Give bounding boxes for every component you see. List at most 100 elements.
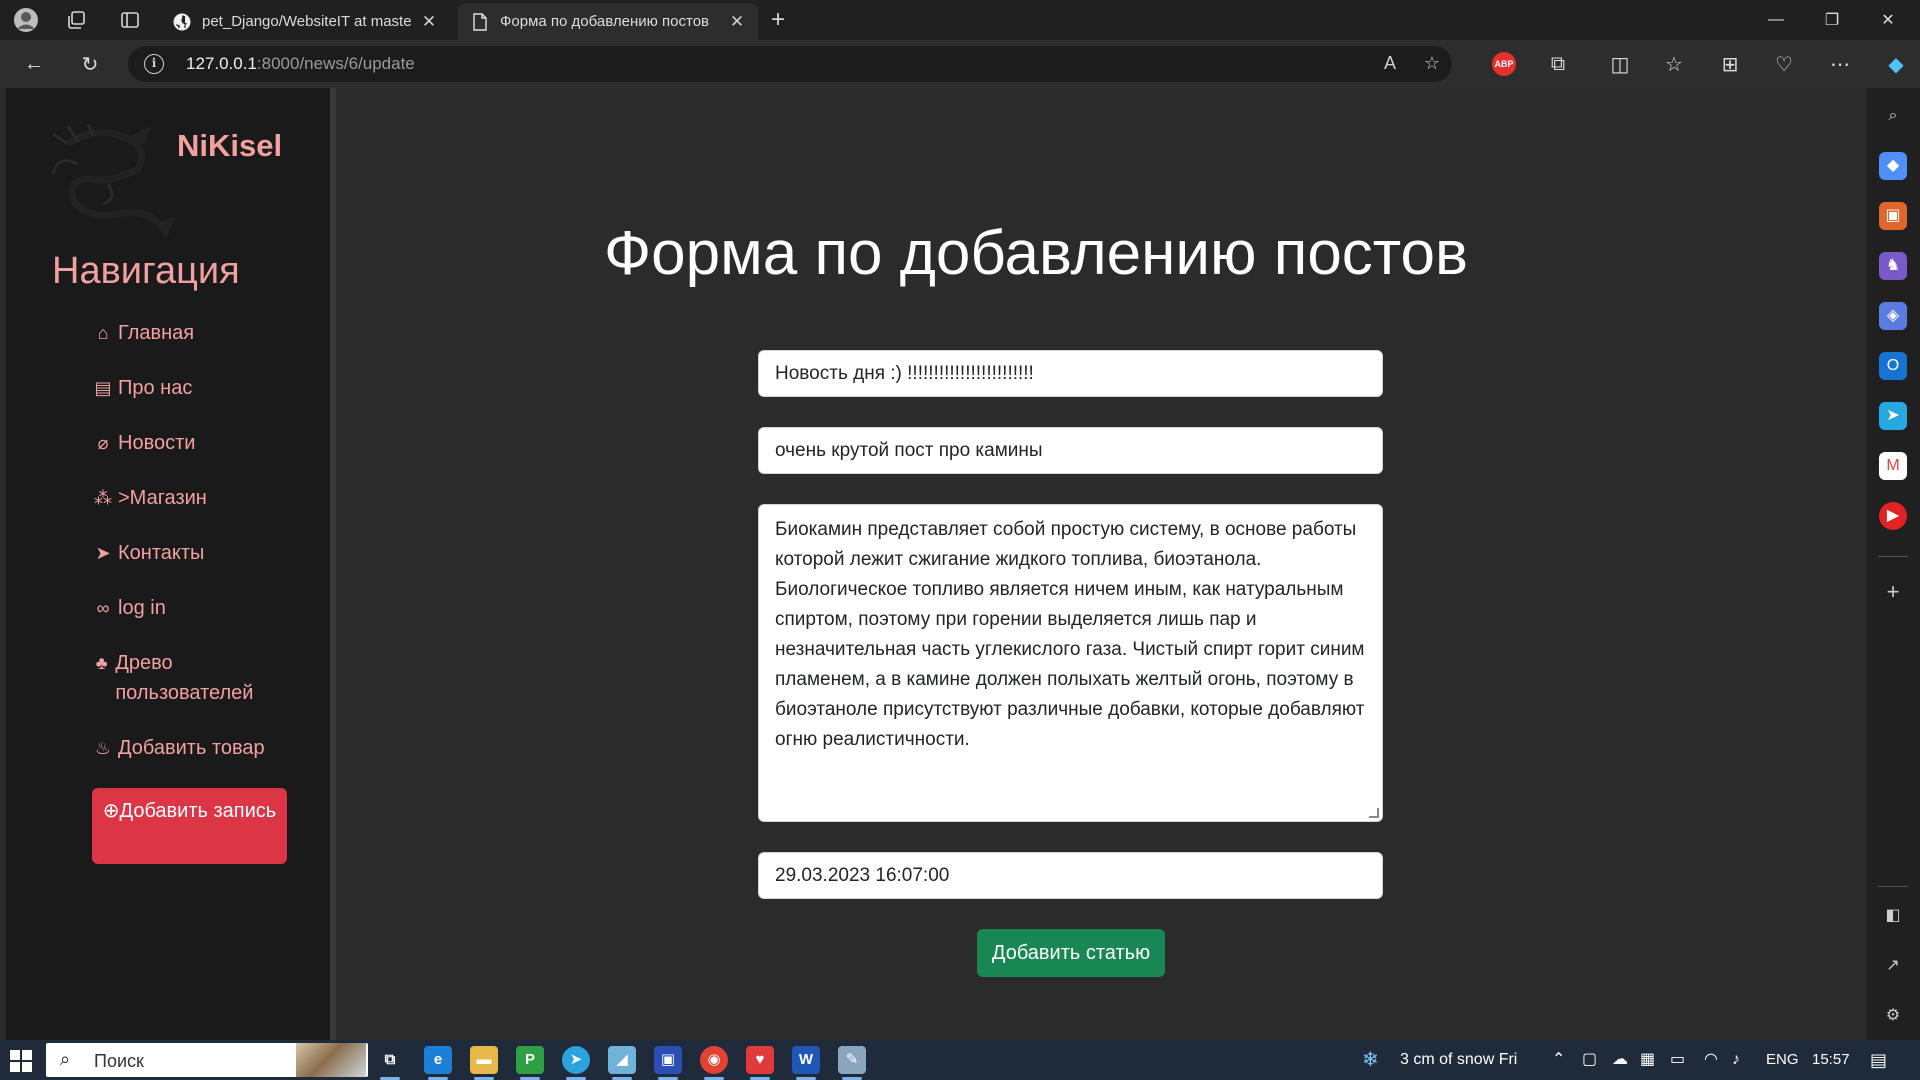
tab-actions-icon[interactable] <box>116 6 144 34</box>
shoe-prints-icon: ∞ <box>96 598 110 618</box>
web-page: NiKisel Навигация ⌂ Главная ▤ Про нас ⌀ Нов… <box>0 88 1866 1040</box>
hide-sidebar-icon[interactable]: ◧ <box>1879 902 1907 930</box>
windows-taskbar: ⌕ Поиск ⧉ e ▬ P ➤ ◢ ▣ ◉ ♥ W ✎ ❄ 3 cm of … <box>0 1040 1920 1080</box>
page-icon <box>470 12 490 32</box>
home-icon: ⌂ <box>97 323 109 343</box>
divider <box>1878 886 1908 887</box>
weather-snow-icon[interactable]: ❄ <box>1362 1040 1379 1080</box>
nav-item-login[interactable]: ∞ log in <box>92 593 312 623</box>
id-card-icon: ▤ <box>94 378 112 398</box>
notes-app-icon[interactable]: ◢ <box>608 1046 636 1080</box>
tab-title: Форма по добавлению постов <box>500 13 710 30</box>
split-screen-icon[interactable]: ◫ <box>1604 48 1636 80</box>
date-input[interactable]: 29.03.2023 16:07:00 <box>758 852 1383 899</box>
paint-app-icon[interactable]: ✎ <box>838 1046 866 1080</box>
nav-heading: Навигация <box>52 250 240 292</box>
pocket-app-icon[interactable]: ♥ <box>746 1046 774 1080</box>
add-post-button[interactable]: ⊕Добавить запись <box>92 788 287 864</box>
windows-start-icon[interactable] <box>10 1050 32 1072</box>
shopping-tag-icon[interactable]: ◆ <box>1879 152 1907 180</box>
task-view-icon[interactable]: ⧉ <box>376 1046 404 1080</box>
read-aloud-icon[interactable]: A <box>1378 53 1402 77</box>
favorite-star-icon[interactable]: ☆ <box>1420 53 1444 77</box>
nav-item-about[interactable]: ▤ Про нас <box>92 373 312 403</box>
open-external-icon[interactable]: ↗ <box>1879 952 1907 980</box>
telegram-app-icon[interactable]: ➤ <box>562 1046 590 1080</box>
tab-title: pet_Django/WebsiteIT at master <box>202 13 412 30</box>
minimize-icon[interactable]: — <box>1748 0 1804 40</box>
edge-sidebar: ⌕ ◆ ▣ ♞ ◈ O ➤ M ▶ + ◧ ↗ ⚙ <box>1866 88 1920 1040</box>
address-bar-row: ← ↻ i 127.0.0.1:8000/news/6/update A ☆ A… <box>0 40 1920 88</box>
tray-cloud-icon[interactable]: ☁ <box>1612 1040 1628 1080</box>
tab-active-form[interactable]: Форма по добавлению постов ✕ <box>458 3 758 40</box>
brand-name[interactable]: NiKisel <box>177 128 282 164</box>
nav-item-news[interactable]: ⌀ Новости <box>92 428 312 458</box>
volume-icon[interactable]: ♪ <box>1732 1040 1740 1080</box>
anons-input[interactable]: очень крутой пост про камины <box>758 427 1383 474</box>
notifications-icon[interactable]: ▤ <box>1870 1040 1887 1080</box>
gmail-icon[interactable]: M <box>1879 452 1907 480</box>
nav-item-shop[interactable]: ⁂ >Магазин <box>92 483 312 513</box>
restore-icon[interactable]: ❐ <box>1804 0 1860 40</box>
new-tab-icon[interactable]: + <box>764 6 792 34</box>
tray-device-icon[interactable]: ▢ <box>1582 1040 1597 1080</box>
back-icon[interactable]: ← <box>18 48 50 80</box>
profile-avatar-icon[interactable] <box>12 6 40 34</box>
tree-icon: ♣ <box>95 653 108 673</box>
save-app-icon[interactable]: ▣ <box>654 1046 682 1080</box>
title-input[interactable]: Новость дня :) !!!!!!!!!!!!!!!!!!!!!!!! <box>758 350 1383 397</box>
nav-item-contacts[interactable]: ➤ Контакты <box>92 538 312 568</box>
tray-chevron-icon[interactable]: ⌃ <box>1552 1040 1565 1080</box>
weather-text[interactable]: 3 cm of snow Fri <box>1400 1040 1517 1080</box>
settings-gear-icon[interactable]: ⚙ <box>1879 1002 1907 1030</box>
site-info-icon[interactable]: i <box>144 54 164 74</box>
nav-item-user-tree[interactable]: ♣ Древо пользователей <box>92 648 292 708</box>
address-bar[interactable]: i 127.0.0.1:8000/news/6/update A ☆ <box>128 46 1452 82</box>
telegram-icon[interactable]: ➤ <box>1879 402 1907 430</box>
sidebar: NiKisel Навигация ⌂ Главная ▤ Про нас ⌀ Нов… <box>6 88 336 1040</box>
pycharm-icon[interactable]: P <box>516 1046 544 1080</box>
chrome-app-icon[interactable]: ◉ <box>700 1046 728 1080</box>
close-icon[interactable]: ✕ <box>420 12 438 32</box>
extensions-icon[interactable]: ⧉ <box>1542 48 1574 80</box>
search-highlight-image <box>296 1043 366 1077</box>
copilot-icon[interactable]: ◆ <box>1880 48 1912 80</box>
tools-briefcase-icon[interactable]: ▣ <box>1879 202 1907 230</box>
add-sidebar-app-icon[interactable]: + <box>1879 578 1907 606</box>
word-app-icon[interactable]: W <box>792 1046 820 1080</box>
outlook-icon[interactable]: O <box>1879 352 1907 380</box>
search-label: Поиск <box>94 1051 144 1071</box>
url-text[interactable]: 127.0.0.1:8000/news/6/update <box>186 54 415 74</box>
language-indicator[interactable]: ENG <box>1766 1040 1799 1080</box>
plus-circle-icon: ⊕ <box>102 800 120 822</box>
clock[interactable]: 15:57 <box>1812 1040 1850 1080</box>
tab-github[interactable]: pet_Django/WebsiteIT at master ✕ <box>160 3 450 40</box>
games-icon[interactable]: ♞ <box>1879 252 1907 280</box>
battery-icon[interactable]: ▭ <box>1670 1040 1685 1080</box>
favorites-icon[interactable]: ☆ <box>1658 48 1690 80</box>
browser-essentials-icon[interactable]: ♡ <box>1768 48 1800 80</box>
taskbar-search[interactable]: ⌕ Поиск <box>46 1043 368 1077</box>
workspaces-icon[interactable] <box>62 6 90 34</box>
nav-item-add-product[interactable]: ♨ Добавить товар <box>92 733 312 763</box>
more-menu-icon[interactable]: ⋯ <box>1824 48 1856 80</box>
copilot-sidebar-icon[interactable]: ◈ <box>1879 302 1907 330</box>
file-explorer-icon[interactable]: ▬ <box>470 1046 498 1080</box>
window-close-icon[interactable]: ✕ <box>1860 0 1916 40</box>
browser-tab-bar: pet_Django/WebsiteIT at master ✕ Форма п… <box>0 0 1920 40</box>
collections-icon[interactable]: ⊞ <box>1714 48 1746 80</box>
refresh-icon[interactable]: ↻ <box>74 48 106 80</box>
youtube-music-icon[interactable]: ▶ <box>1879 502 1907 530</box>
github-icon <box>172 12 192 32</box>
nav-item-home[interactable]: ⌂ Главная <box>92 318 312 348</box>
wifi-icon[interactable]: ◠ <box>1704 1040 1718 1080</box>
search-icon[interactable]: ⌕ <box>1879 102 1907 130</box>
tray-app-icon[interactable]: ▦ <box>1640 1040 1655 1080</box>
paper-plane-icon: ➤ <box>95 543 111 563</box>
close-icon[interactable]: ✕ <box>728 12 746 32</box>
full-text-textarea[interactable]: Биокамин представляет собой простую сист… <box>758 504 1383 822</box>
adblock-icon[interactable]: ABP <box>1492 52 1516 76</box>
resize-handle-icon[interactable] <box>1369 808 1379 818</box>
edge-app-icon[interactable]: e <box>424 1046 452 1080</box>
submit-article-button[interactable]: Добавить статью <box>977 929 1165 977</box>
